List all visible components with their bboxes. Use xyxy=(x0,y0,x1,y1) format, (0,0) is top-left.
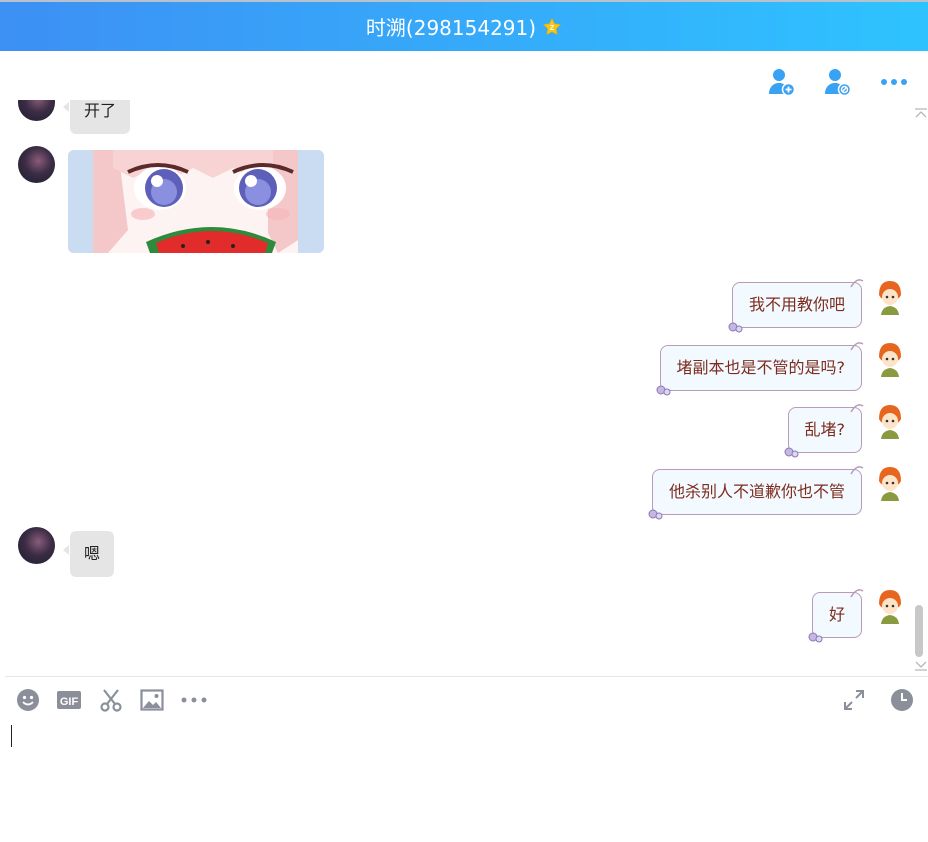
message-text: 乱堵? xyxy=(804,420,846,439)
message-history-button[interactable] xyxy=(888,685,916,715)
message-list[interactable]: 开了 我不用教你吧 堵副本也是不管的是吗? 乱堵? 他杀别人不道歉你也不管 嗯 … xyxy=(0,100,928,675)
gif-button[interactable]: GIF xyxy=(55,685,83,715)
expand-input-button[interactable] xyxy=(840,685,868,715)
screenshot-button[interactable] xyxy=(97,685,125,715)
input-divider xyxy=(5,676,928,677)
message-bubble-right: 好 xyxy=(808,589,864,643)
block-user-button[interactable] xyxy=(822,66,854,98)
emoji-button[interactable] xyxy=(14,685,42,715)
scrollbar-thumb[interactable] xyxy=(915,605,923,657)
bubble-corner-decoration xyxy=(850,342,864,351)
message-text: 嗯 xyxy=(84,544,101,563)
message-scrollbar[interactable] xyxy=(914,100,928,672)
add-user-icon xyxy=(769,69,796,97)
more-icon xyxy=(881,79,907,85)
svg-text:Z: Z xyxy=(550,25,555,32)
anime-girl-sticker xyxy=(68,150,324,253)
sticker-image[interactable] xyxy=(68,150,324,253)
message-bubble-right: 乱堵? xyxy=(784,404,864,458)
message-bubble-left: 开了 xyxy=(62,100,131,134)
my-avatar[interactable] xyxy=(874,403,906,439)
message-bubble-right: 堵副本也是不管的是吗? xyxy=(656,342,864,396)
gif-icon: GIF xyxy=(57,691,81,709)
my-avatar[interactable] xyxy=(874,341,906,377)
message-bubble-left: 嗯 xyxy=(62,531,115,577)
message-text: 我不用教你吧 xyxy=(748,295,845,314)
block-user-icon xyxy=(825,69,852,97)
window-title: 时溯(298154291) xyxy=(365,16,537,40)
more-tools-button[interactable] xyxy=(180,685,208,715)
history-clock-icon xyxy=(891,689,913,711)
bubble-corner-decoration xyxy=(808,632,823,643)
message-bubble-right: 他杀别人不道歉你也不管 xyxy=(648,466,864,520)
bubble-corner-decoration xyxy=(850,404,864,413)
bubble-corner-decoration xyxy=(648,509,663,520)
bubble-corner-decoration xyxy=(850,589,864,598)
scroll-to-bottom-icon[interactable] xyxy=(914,659,928,671)
more-icon xyxy=(181,697,207,703)
svg-text:GIF: GIF xyxy=(60,696,79,708)
input-toolbar: GIF xyxy=(0,685,928,717)
expand-icon xyxy=(844,690,864,710)
emoji-icon xyxy=(17,689,39,711)
bubble-corner-decoration xyxy=(850,466,864,475)
bubble-corner-decoration xyxy=(850,279,864,288)
message-text: 开了 xyxy=(84,101,117,120)
my-avatar[interactable] xyxy=(874,588,906,624)
bubble-corner-decoration xyxy=(728,322,743,333)
text-caret xyxy=(11,725,12,747)
scissors-icon xyxy=(100,689,122,712)
contact-avatar[interactable] xyxy=(18,527,55,564)
chat-actions xyxy=(766,66,910,98)
image-button[interactable] xyxy=(138,685,166,715)
my-avatar[interactable] xyxy=(874,279,906,315)
contact-avatar[interactable] xyxy=(18,100,55,121)
message-bubble-right: 我不用教你吧 xyxy=(728,279,864,333)
vip-star-icon: Z xyxy=(543,17,562,35)
add-friend-button[interactable] xyxy=(766,66,798,98)
bubble-corner-decoration xyxy=(656,385,670,396)
message-text: 好 xyxy=(828,605,845,624)
message-text: 他杀别人不道歉你也不管 xyxy=(668,482,845,501)
my-avatar[interactable] xyxy=(874,465,906,501)
image-icon xyxy=(140,689,164,711)
more-options-button[interactable] xyxy=(878,66,910,98)
scroll-to-top-icon[interactable] xyxy=(914,108,928,120)
bubble-corner-decoration xyxy=(784,447,798,458)
contact-avatar[interactable] xyxy=(18,146,55,183)
message-input[interactable] xyxy=(0,720,928,842)
message-text: 堵副本也是不管的是吗? xyxy=(676,358,846,377)
title-bar: 时溯(298154291) Z xyxy=(0,0,928,51)
